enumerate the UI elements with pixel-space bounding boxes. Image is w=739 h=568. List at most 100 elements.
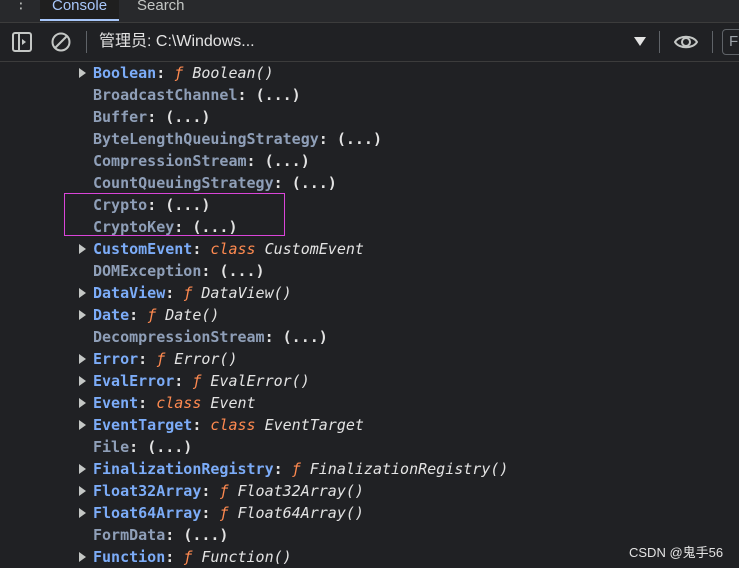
colon-separator: : xyxy=(192,416,211,434)
chevron-down-icon[interactable] xyxy=(634,37,646,46)
tree-row-content: DecompressionStream: (...) xyxy=(93,326,328,348)
property-value: CustomEvent xyxy=(264,240,364,258)
colon-separator: : xyxy=(129,438,148,456)
property-value: Date() xyxy=(165,306,220,324)
expand-arrow-icon[interactable] xyxy=(79,552,86,562)
tree-row-content: DOMException: (...) xyxy=(93,260,265,282)
property-key: Date xyxy=(93,306,130,324)
expand-arrow-icon[interactable] xyxy=(79,376,86,386)
expand-arrow-icon[interactable] xyxy=(79,398,86,408)
tree-row[interactable]: Float32Array: ƒ Float32Array() xyxy=(0,480,739,502)
colon-separator: : xyxy=(201,482,220,500)
filter-placeholder: Fi xyxy=(729,33,739,50)
tree-row[interactable]: DataView: ƒ DataView() xyxy=(0,282,739,304)
tree-row: BroadcastChannel: (...) xyxy=(0,84,739,106)
property-key: FinalizationRegistry xyxy=(93,460,274,478)
tab-console[interactable]: Console xyxy=(40,0,120,21)
tree-row-content: FormData: (...) xyxy=(93,524,228,546)
tree-row-content: EventTarget: class EventTarget xyxy=(93,414,364,436)
property-key: DataView xyxy=(93,284,166,302)
toolbar-divider xyxy=(659,31,660,53)
tree-row: CountQueuingStrategy: (...) xyxy=(0,172,739,194)
tab-search[interactable]: Search xyxy=(125,0,197,21)
getter-value[interactable]: (...) xyxy=(147,438,192,456)
getter-value[interactable]: (...) xyxy=(219,262,264,280)
tree-row[interactable]: EventTarget: class EventTarget xyxy=(0,414,739,436)
execution-context-selector[interactable]: 管理员: C:\Windows... xyxy=(99,32,255,52)
property-value: Float64Array() xyxy=(237,504,364,522)
expand-arrow-icon[interactable] xyxy=(79,310,86,320)
property-key: Event xyxy=(93,394,139,412)
filter-input[interactable]: Fi xyxy=(722,29,739,55)
expand-arrow-icon[interactable] xyxy=(79,68,86,78)
toolbar-divider xyxy=(86,31,87,53)
tree-row-content: Error: ƒ Error() xyxy=(93,348,238,370)
colon-separator: : xyxy=(156,64,175,82)
expand-arrow-icon[interactable] xyxy=(79,354,86,364)
eye-icon[interactable] xyxy=(674,31,698,53)
tree-row[interactable]: FinalizationRegistry: ƒ FinalizationRegi… xyxy=(0,458,739,480)
property-value: Float32Array() xyxy=(237,482,364,500)
function-glyph: ƒ xyxy=(291,460,301,478)
colon-separator: : xyxy=(138,394,157,412)
colon-separator: : xyxy=(165,284,184,302)
tree-row[interactable]: Boolean: ƒ Boolean() xyxy=(0,62,739,84)
property-key: Function xyxy=(93,548,166,566)
clear-console-icon[interactable] xyxy=(50,31,72,53)
property-key: Boolean xyxy=(93,64,157,82)
property-key: CountQueuingStrategy xyxy=(93,174,274,192)
tree-row: DecompressionStream: (...) xyxy=(0,326,739,348)
class-keyword: class xyxy=(210,240,256,258)
tree-row[interactable]: Date: ƒ Date() xyxy=(0,304,739,326)
tree-row[interactable]: CustomEvent: class CustomEvent xyxy=(0,238,739,260)
property-key: DOMException xyxy=(93,262,202,280)
getter-value[interactable]: (...) xyxy=(183,526,228,544)
getter-value[interactable]: (...) xyxy=(283,328,328,346)
property-key: Error xyxy=(93,350,139,368)
tree-row[interactable]: EvalError: ƒ EvalError() xyxy=(0,370,739,392)
getter-value[interactable]: (...) xyxy=(256,86,301,104)
expand-arrow-icon[interactable] xyxy=(79,464,86,474)
colon-separator: : xyxy=(273,460,292,478)
colon-separator: : xyxy=(165,548,184,566)
expand-arrow-icon[interactable] xyxy=(79,288,86,298)
tree-row: DOMException: (...) xyxy=(0,260,739,282)
colon-separator: : xyxy=(318,130,337,148)
tree-row-content: Boolean: ƒ Boolean() xyxy=(93,62,274,84)
property-key: BroadcastChannel xyxy=(93,86,238,104)
watermark: CSDN @鬼手56 xyxy=(629,545,724,560)
property-key: ByteLengthQueuingStrategy xyxy=(93,130,319,148)
tree-row-content: BroadcastChannel: (...) xyxy=(93,84,301,106)
more-options-icon[interactable]: ⋮ xyxy=(10,0,32,16)
function-glyph: ƒ xyxy=(183,284,193,302)
tree-row[interactable]: Event: class Event xyxy=(0,392,739,414)
property-value: Error() xyxy=(174,350,238,368)
tree-row-content: Date: ƒ Date() xyxy=(93,304,219,326)
toolbar-divider xyxy=(712,31,713,53)
property-value: Boolean() xyxy=(192,64,274,82)
function-glyph: ƒ xyxy=(183,548,193,566)
expand-arrow-icon[interactable] xyxy=(79,486,86,496)
property-key: EventTarget xyxy=(93,416,193,434)
expand-arrow-icon[interactable] xyxy=(79,244,86,254)
colon-separator: : xyxy=(138,350,157,368)
getter-value[interactable]: (...) xyxy=(165,108,210,126)
getter-value[interactable]: (...) xyxy=(292,174,337,192)
getter-value[interactable]: (...) xyxy=(265,152,310,170)
property-key: Buffer xyxy=(93,108,148,126)
getter-value[interactable]: (...) xyxy=(337,130,382,148)
tree-row: ByteLengthQueuingStrategy: (...) xyxy=(0,128,739,150)
tree-row[interactable]: Float64Array: ƒ Float64Array() xyxy=(0,502,739,524)
tree-row[interactable]: Error: ƒ Error() xyxy=(0,348,739,370)
tree-row-content: EvalError: ƒ EvalError() xyxy=(93,370,310,392)
expand-arrow-icon[interactable] xyxy=(79,508,86,518)
expand-arrow-icon[interactable] xyxy=(79,420,86,430)
toggle-sidebar-icon[interactable] xyxy=(11,31,33,53)
property-value: DataView() xyxy=(201,284,292,302)
